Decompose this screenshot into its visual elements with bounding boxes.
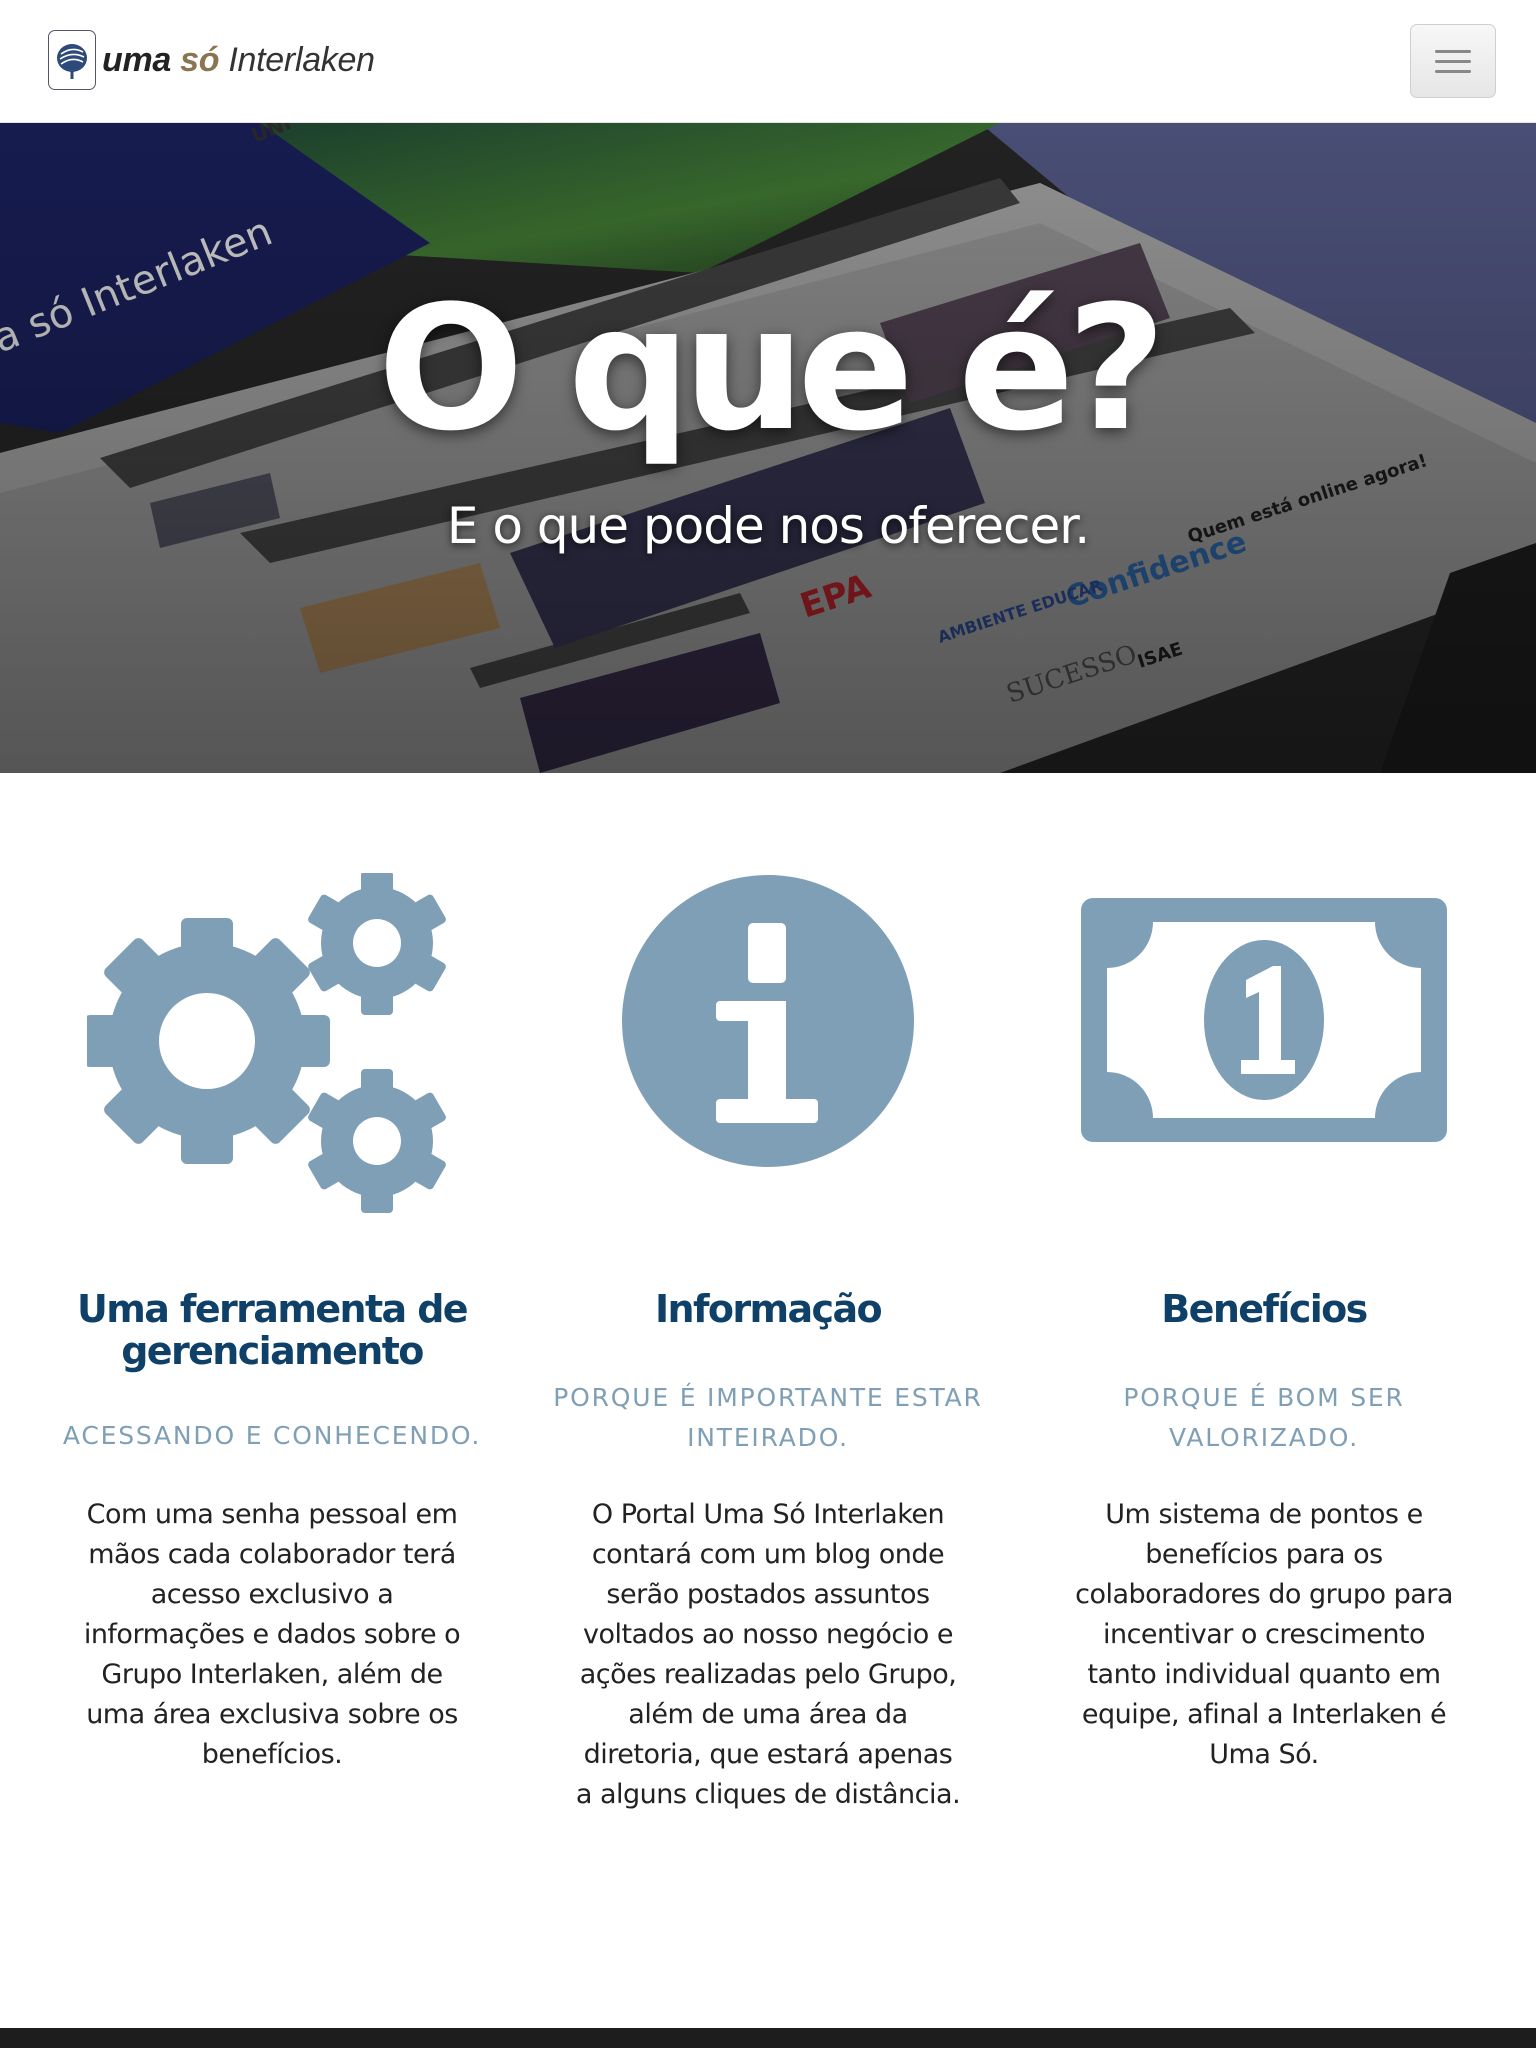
feature-subtitle: PORQUE É BOM SER VALORIZADO. <box>1123 1383 1405 1452</box>
feature-title: Informação <box>654 1287 883 1331</box>
feature-subtitle: ACESSANDO E CONHECENDO. <box>62 1421 482 1450</box>
hero-subtitle: E o que pode nos oferecer. <box>446 497 1090 555</box>
info-circle-icon <box>618 873 918 1177</box>
feature-title: Uma ferramenta de gerenciamento <box>77 1287 469 1373</box>
hero-section: a só Interlaken UNI EPA Confidence SUCES… <box>0 123 1536 773</box>
brand-word-interlaken: Interlaken <box>228 40 375 79</box>
brand-word-uma: uma <box>102 40 172 79</box>
feature-text: Com uma senha pessoal em mãos cada colab… <box>83 1499 461 1770</box>
feature-text: O Portal Uma Só Interlaken contará com u… <box>575 1499 961 1810</box>
brand-word-so: só <box>180 40 220 79</box>
hamburger-icon-bar <box>1435 69 1471 73</box>
tree-logo-icon <box>48 30 96 90</box>
hamburger-icon-bar <box>1435 59 1471 63</box>
feature-title: Benefícios <box>1161 1287 1368 1331</box>
hamburger-icon <box>1435 49 1471 53</box>
menu-toggle-button[interactable] <box>1410 24 1496 98</box>
gears-icon <box>84 871 457 1217</box>
hero-title: O que é? <box>377 268 1167 469</box>
next-section-edge <box>0 2028 1536 2048</box>
money-bill-icon <box>1081 873 1447 1152</box>
feature-text: Um sistema de pontos e benefícios para o… <box>1075 1499 1453 1770</box>
navbar: uma só Interlaken <box>0 0 1536 123</box>
brand-name: uma só Interlaken <box>102 41 375 80</box>
brand-logo-link[interactable]: uma só Interlaken <box>48 30 375 90</box>
features-section: Uma ferramenta de gerenciamento ACESSAND… <box>0 773 1536 2028</box>
feature-subtitle: PORQUE É IMPORTANTE ESTAR INTEIRADO. <box>553 1383 983 1452</box>
